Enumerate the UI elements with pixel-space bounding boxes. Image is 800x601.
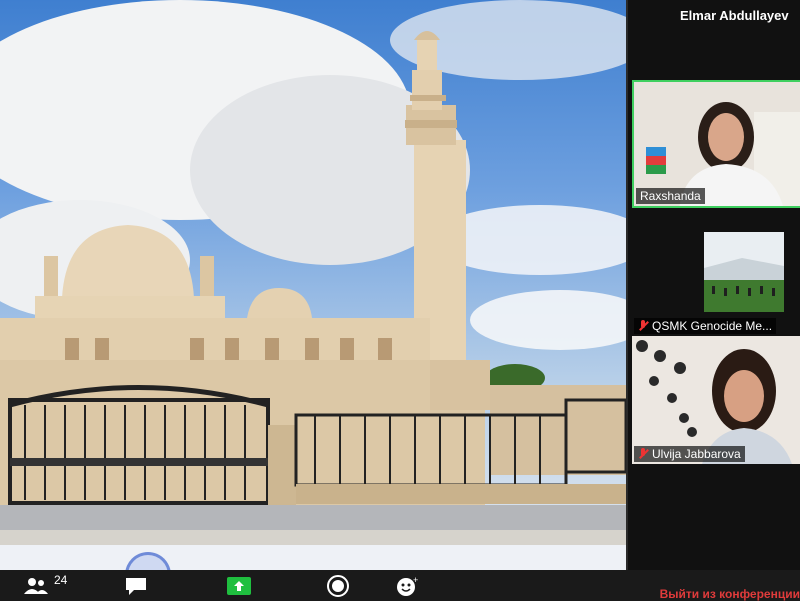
- video-tile-raxshanda[interactable]: Raxshanda: [632, 80, 800, 208]
- active-speaker-name: Elmar Abdullayev: [680, 8, 789, 23]
- mosque-photo: [0, 0, 626, 545]
- participant-name: Raxshanda: [640, 189, 701, 203]
- video-tile-qsmk[interactable]: QSMK Genocide Me...: [632, 228, 800, 336]
- participant-name: Ulvija Jabbarova: [652, 447, 741, 461]
- participants-button[interactable]: 24: [22, 573, 68, 598]
- video-tile-ulvija[interactable]: Ulvija Jabbarova: [632, 336, 800, 464]
- record-button[interactable]: [326, 574, 350, 598]
- record-icon: [327, 575, 349, 597]
- participant-label: QSMK Genocide Me...: [634, 318, 777, 334]
- participant-label: Ulvija Jabbarova: [634, 446, 745, 462]
- meeting-toolbar: 24 + Выйти из конференции: [0, 570, 800, 601]
- participant-video: [632, 336, 800, 464]
- muted-mic-icon: [638, 448, 648, 460]
- leave-meeting-button[interactable]: Выйти из конференции: [660, 587, 800, 601]
- share-screen-button[interactable]: [226, 574, 252, 598]
- chat-button[interactable]: [124, 574, 148, 598]
- participant-name: QSMK Genocide Me...: [652, 319, 773, 333]
- participant-label: Raxshanda: [636, 188, 705, 204]
- participants-icon: [24, 578, 48, 594]
- chat-icon: [126, 578, 146, 595]
- reactions-icon: +: [397, 575, 418, 596]
- svg-text:+: +: [413, 575, 418, 585]
- shared-screen: [0, 0, 626, 545]
- participants-panel: Elmar Abdullayev Raxshanda QSMK Genocide…: [626, 0, 800, 570]
- participants-count: 24: [54, 573, 68, 587]
- share-screen-icon: [227, 577, 251, 595]
- muted-mic-icon: [638, 320, 648, 332]
- shared-screen-bottom-strip: [0, 545, 626, 570]
- reactions-button[interactable]: +: [396, 574, 420, 598]
